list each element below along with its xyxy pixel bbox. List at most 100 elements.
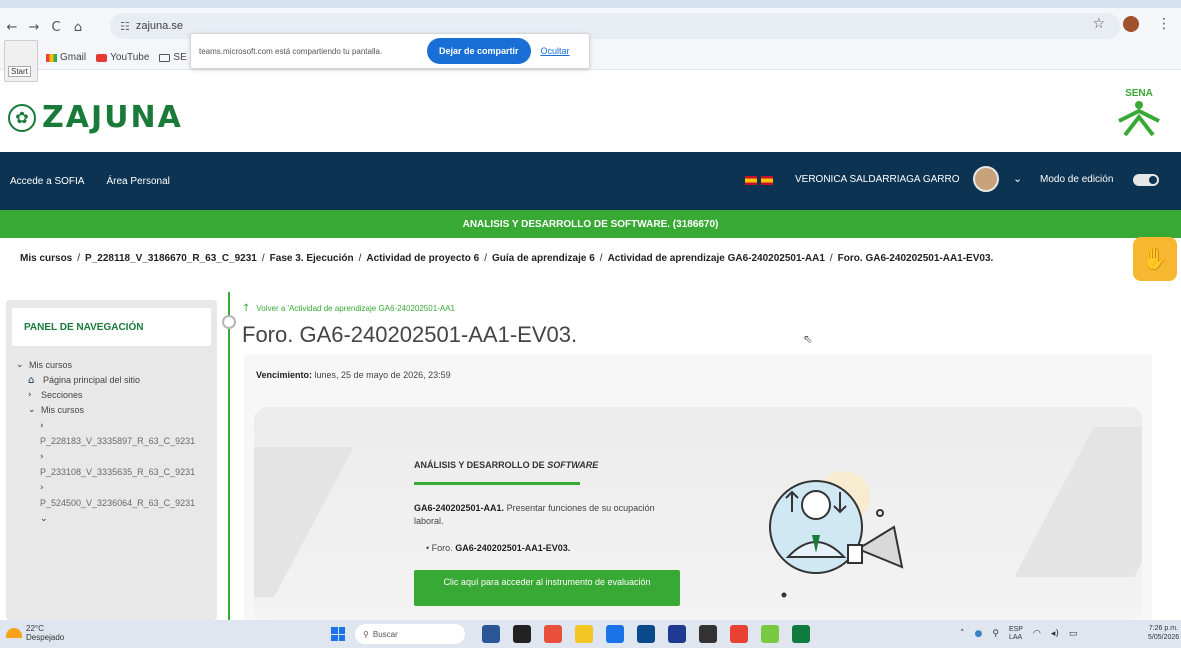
- back-link[interactable]: ↑ Volver a 'Actividad de aprendizaje GA6…: [242, 303, 455, 314]
- chevron-down-icon: ⌄: [40, 514, 48, 524]
- windows-taskbar: 22°C Despejado ⚲ Buscar ˄ ● ⚲ ESP LAA ◠ ◂…: [0, 620, 1181, 648]
- tree-item-course-expanded[interactable]: ⌄: [40, 511, 217, 527]
- back-icon[interactable]: ←: [2, 17, 22, 37]
- evaluation-button[interactable]: Clic aquí para acceder al instrumento de…: [414, 570, 680, 606]
- taskbar-app-icon[interactable]: [730, 625, 748, 643]
- taskbar-apps: [482, 625, 810, 643]
- taskbar-app-icon[interactable]: [761, 625, 779, 643]
- bookmark-folder[interactable]: SE: [159, 52, 187, 63]
- chevron-right-icon: ›: [40, 483, 44, 493]
- head-circle: [801, 490, 831, 520]
- breadcrumb-item[interactable]: Actividad de proyecto 6: [366, 253, 479, 264]
- kebab-menu-icon[interactable]: ⋮: [1157, 16, 1171, 32]
- arrow-up-icon: ↑: [242, 303, 251, 314]
- chevron-right-icon: ›: [40, 452, 44, 462]
- tree-item-course[interactable]: ›: [40, 480, 217, 496]
- megaphone-handle: [847, 544, 863, 564]
- zajuna-logo[interactable]: ✿ ZAJUNA: [8, 100, 183, 135]
- sena-logo: SENA: [1115, 88, 1163, 138]
- zajuna-logo-icon: ✿: [8, 103, 36, 132]
- flag-icon: [745, 176, 757, 185]
- decorative-shape: [1014, 427, 1142, 577]
- zajuna-logo-text: ZAJUNA: [42, 100, 183, 135]
- chevron-up-icon[interactable]: ˄: [960, 629, 965, 639]
- bookmarks-bar: Gmail YouTube SE: [0, 46, 1181, 70]
- clock[interactable]: 7:26 p.m. 5/05/2026: [1148, 624, 1179, 642]
- gmail-icon: [46, 53, 57, 62]
- user-name[interactable]: VERONICA SALDARRIAGA GARRO: [795, 174, 960, 185]
- accessibility-hand-icon[interactable]: ✋: [1133, 237, 1177, 281]
- url-text: zajuna.se: [135, 20, 183, 32]
- home-icon[interactable]: ⌂: [68, 17, 88, 37]
- decorative-stripe: [254, 407, 321, 450]
- taskbar-app-icon[interactable]: [482, 625, 500, 643]
- taskbar-app-icon[interactable]: [606, 625, 624, 643]
- battery-icon[interactable]: ▭: [1069, 629, 1078, 639]
- dot-mark: [781, 592, 787, 598]
- tree-course-label[interactable]: P_228183_V_3335897_R_63_C_9231: [40, 434, 195, 449]
- language-flags[interactable]: [745, 176, 773, 185]
- taskbar-app-icon[interactable]: [699, 625, 717, 643]
- taskbar-app-icon[interactable]: [668, 625, 686, 643]
- tray-app-icon[interactable]: ●: [975, 629, 983, 639]
- tree-course-label[interactable]: P_524500_V_3236064_R_63_C_9231: [40, 496, 195, 511]
- location-icon[interactable]: ⚲: [992, 629, 999, 639]
- tree-item-home[interactable]: ⌂ Página principal del sitio: [16, 373, 217, 388]
- decorative-stripe: [254, 407, 327, 426]
- tree-item-my-courses-sub[interactable]: ⌄ Mis cursos: [16, 403, 217, 418]
- reload-icon[interactable]: C: [46, 17, 66, 37]
- nav-link-personal-area[interactable]: Área Personal: [106, 176, 169, 187]
- volume-icon[interactable]: ◂): [1051, 629, 1059, 639]
- content-divider: [228, 292, 230, 622]
- system-tray: ˄ ● ⚲ ESP LAA ◠ ◂) ▭: [960, 626, 1077, 642]
- bookmark-star-icon[interactable]: ☆: [1092, 16, 1105, 32]
- user-avatar[interactable]: [973, 166, 999, 192]
- windows-start-icon[interactable]: [331, 627, 345, 641]
- profile-avatar[interactable]: [1123, 16, 1139, 32]
- bookmark-youtube[interactable]: YouTube: [96, 52, 149, 63]
- page-title: Foro. GA6-240202501-AA1-EV03.: [242, 322, 578, 347]
- drawer-toggle-handle[interactable]: [222, 315, 236, 329]
- breadcrumb-current: Foro. GA6-240202501-AA1-EV03.: [837, 253, 994, 264]
- language-indicator[interactable]: ESP LAA: [1009, 626, 1023, 642]
- tree-item-course[interactable]: ›: [40, 449, 217, 465]
- edit-mode-toggle[interactable]: [1133, 174, 1159, 186]
- breadcrumb-item[interactable]: Actividad de aprendizaje GA6-240202501-A…: [608, 253, 825, 264]
- bookmark-gmail[interactable]: Gmail: [46, 52, 86, 63]
- wifi-icon[interactable]: ◠: [1033, 629, 1041, 639]
- hide-share-link[interactable]: Ocultar: [541, 46, 570, 56]
- taskbar-app-icon[interactable]: [544, 625, 562, 643]
- weather-sun-icon: [6, 628, 22, 638]
- taskbar-search[interactable]: ⚲ Buscar: [355, 624, 465, 644]
- user-menu-chevron-down-icon[interactable]: ⌄: [1013, 172, 1022, 185]
- megaphone-shape: [855, 525, 904, 569]
- tree-item-sections[interactable]: › Secciones: [16, 388, 217, 403]
- nav-link-sofia[interactable]: Accede a SOFIA: [10, 176, 84, 187]
- breadcrumb-item[interactable]: Fase 3. Ejecución: [270, 253, 354, 264]
- tree-item-course[interactable]: ›: [40, 418, 217, 434]
- weather-widget[interactable]: 22°C Despejado: [6, 624, 64, 642]
- taskbar-app-icon[interactable]: [792, 625, 810, 643]
- taskbar-app-icon[interactable]: [637, 625, 655, 643]
- breadcrumb-item[interactable]: Guía de aprendizaje 6: [492, 253, 595, 264]
- youtube-icon: [96, 53, 108, 62]
- forward-icon[interactable]: →: [24, 17, 44, 37]
- activity-card: ANÁLISIS Y DESARROLLO DE SOFTWARE GA6-24…: [254, 407, 1142, 620]
- chevron-down-icon: ⌄: [16, 360, 24, 370]
- breadcrumb-item[interactable]: Mis cursos: [20, 253, 72, 264]
- taskbar-app-icon[interactable]: [575, 625, 593, 643]
- chevron-right-icon: ›: [40, 421, 44, 431]
- program-title-bar: ANALISIS Y DESARROLLO DE SOFTWARE. (3186…: [0, 210, 1181, 238]
- breadcrumb-item[interactable]: P_228118_V_3186670_R_63_C_9231: [85, 253, 257, 264]
- chevron-right-icon: ›: [28, 390, 32, 400]
- tree-course-label[interactable]: P_233108_V_3335635_R_63_C_9231: [40, 465, 195, 480]
- tree-item-my-courses[interactable]: ⌄ Mis cursos: [16, 358, 217, 373]
- site-settings-icon[interactable]: ☷: [120, 20, 130, 33]
- dot-mark: [876, 509, 884, 517]
- taskbar-app-icon[interactable]: [513, 625, 531, 643]
- mouse-cursor-icon: ⇖: [803, 332, 814, 346]
- navigation-panel-title: PANEL DE NAVEGACIÓN: [12, 308, 211, 346]
- chevron-down-icon: ⌄: [28, 405, 36, 415]
- stop-sharing-button[interactable]: Dejar de compartir: [427, 38, 531, 64]
- card-heading: ANÁLISIS Y DESARROLLO DE SOFTWARE: [414, 460, 599, 470]
